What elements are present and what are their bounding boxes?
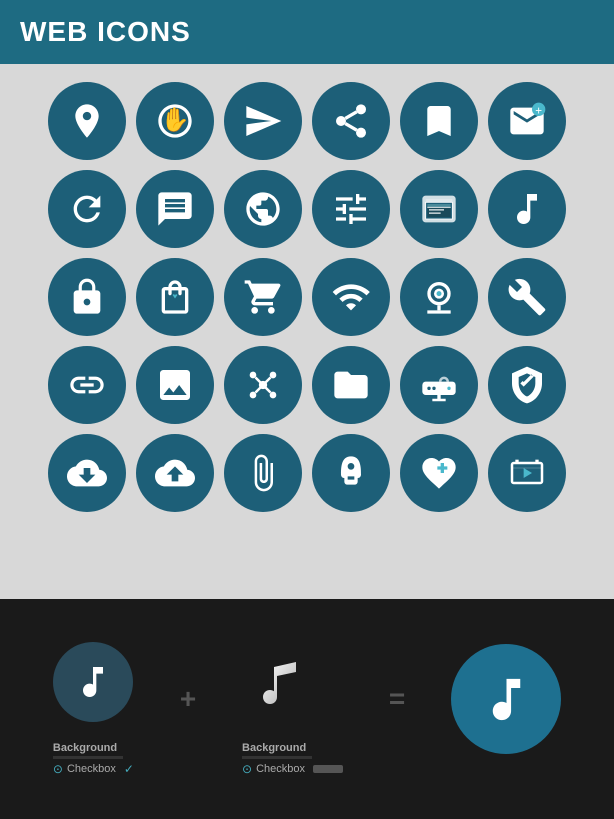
shield-icon[interactable] [488,346,566,424]
sliders-icon[interactable] [312,170,390,248]
video-play-icon[interactable] [488,434,566,512]
bottom-middle-circle [242,642,322,722]
bottom-left-item: Background ⊙ Checkbox ✓ [53,642,134,776]
shopping-bag-icon[interactable] [136,258,214,336]
bottom-left-bg-label: Background [53,742,134,754]
bookmark-icon[interactable] [400,82,478,160]
network-icon[interactable] [312,82,390,160]
link-icon[interactable] [48,346,126,424]
mail-icon[interactable]: + [488,82,566,160]
wrench-icon[interactable] [488,258,566,336]
bottom-middle-item: Background ⊙ Checkbox [242,642,343,776]
bottom-section: Background ⊙ Checkbox ✓ + [0,599,614,819]
bottom-left-checkbox-label: Checkbox [67,763,116,775]
bottom-middle-checkbox-rect [313,765,343,773]
bottom-middle-bg-label: Background [242,742,343,754]
stop-hand-icon[interactable]: ✋ [136,82,214,160]
refresh-icon[interactable] [48,170,126,248]
plus-operator: + [180,683,196,715]
cloud-download-icon[interactable] [48,434,126,512]
bottom-middle-label-line [242,756,312,759]
globe-icon[interactable] [224,170,302,248]
wifi-icon[interactable] [312,258,390,336]
bottom-middle-checkbox-icon: ⊙ [242,762,252,776]
router-icon[interactable] [400,346,478,424]
icons-row-2 [20,170,594,248]
svg-text:+: + [535,104,542,117]
folder-icon[interactable] [312,346,390,424]
icons-area: ✋ + [0,64,614,599]
bottom-right-item [451,644,561,754]
bottom-left-checkbox-row: ⊙ Checkbox ✓ [53,762,134,776]
bottom-left-checkbox-icon: ⊙ [53,762,63,776]
bottom-middle-checkbox-label: Checkbox [256,763,305,775]
lock-icon[interactable] [48,258,126,336]
bottom-left-check-mark: ✓ [124,762,134,776]
paper-plane-icon[interactable] [224,82,302,160]
main-container: WEB ICONS ✋ [0,0,614,819]
equals-operator: = [389,683,405,715]
icons-row-5 [20,434,594,512]
bottom-middle-checkbox-row: ⊙ Checkbox [242,762,343,776]
image-icon[interactable] [136,346,214,424]
icons-row-3 [20,258,594,336]
network-hub-icon[interactable] [224,346,302,424]
icons-row-4 [20,346,594,424]
icons-row-1: ✋ + [20,82,594,160]
svg-text:✋: ✋ [160,106,189,133]
chat-icon[interactable] [136,170,214,248]
webcam-icon[interactable] [400,258,478,336]
cloud-upload-icon[interactable] [136,434,214,512]
location-pin-icon[interactable] [48,82,126,160]
browser-icon[interactable] [400,170,478,248]
bottom-left-circle [53,642,133,722]
heart-plus-icon[interactable] [400,434,478,512]
music-note-icon[interactable] [488,170,566,248]
page-title: WEB ICONS [20,16,191,48]
bottom-right-circle [451,644,561,754]
bottom-left-label-line [53,756,123,759]
rocket-icon[interactable] [312,434,390,512]
paperclip-icon[interactable] [224,434,302,512]
shopping-cart-icon[interactable] [224,258,302,336]
header: WEB ICONS [0,0,614,64]
